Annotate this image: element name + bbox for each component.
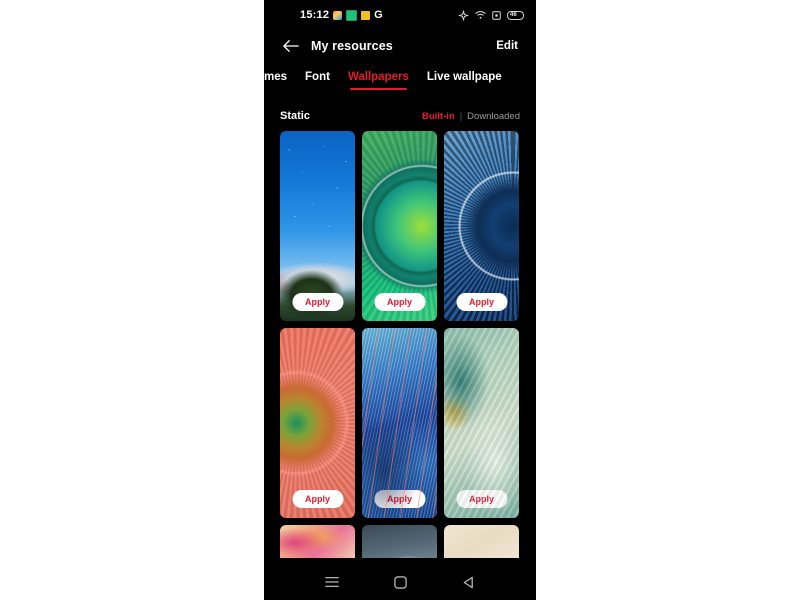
system-navigation-bar <box>264 564 536 600</box>
wifi-icon <box>475 11 486 19</box>
back-triangle-icon[interactable] <box>457 571 479 593</box>
tab-wallpapers[interactable]: Wallpapers <box>348 71 409 90</box>
battery-level: 46 <box>510 11 517 18</box>
wallpaper-thumb[interactable] <box>280 525 355 569</box>
filter-group: Built-in | Downloaded <box>422 111 520 122</box>
wallpaper-thumb[interactable]: Apply <box>280 328 355 518</box>
location-icon <box>458 9 469 21</box>
sim-indicator-icon <box>492 10 501 20</box>
tab-themes[interactable]: mes <box>264 71 287 90</box>
page-root: 15:12 G 46 My resources Edit mes Font Wa… <box>0 0 800 600</box>
photos-app-icon <box>333 10 343 20</box>
phone-screen: 15:12 G 46 My resources Edit mes Font Wa… <box>264 0 536 600</box>
apply-button[interactable]: Apply <box>291 293 344 311</box>
status-bar: 15:12 G 46 <box>264 0 536 30</box>
battery-icon: 46 <box>507 10 524 20</box>
wallpaper-thumb[interactable]: Apply <box>362 131 437 321</box>
apply-button[interactable]: Apply <box>455 293 508 311</box>
apply-button[interactable]: Apply <box>455 490 508 508</box>
apply-button[interactable]: Apply <box>291 490 344 508</box>
wallpaper-grid: Apply Apply Apply Apply Apply Apply <box>280 131 536 569</box>
apply-button[interactable]: Apply <box>373 490 426 508</box>
wallpaper-thumb[interactable] <box>362 525 437 569</box>
status-bar-left: 15:12 G <box>300 9 383 21</box>
section-title-static: Static <box>280 110 310 122</box>
tab-bar[interactable]: mes Font Wallpapers Live wallpape <box>264 66 536 94</box>
wallpaper-thumb[interactable]: Apply <box>280 131 355 321</box>
filter-downloaded[interactable]: Downloaded <box>467 111 520 122</box>
back-arrow-icon[interactable] <box>282 37 300 55</box>
wallpaper-thumb[interactable]: Apply <box>362 328 437 518</box>
wallpaper-thumb[interactable]: Apply <box>444 328 519 518</box>
filter-separator: | <box>459 110 463 122</box>
google-app-icon: G <box>374 8 383 21</box>
wallpaper-thumb[interactable] <box>444 525 519 569</box>
status-bar-right: 46 <box>458 9 524 21</box>
page-title: My resources <box>311 39 393 53</box>
wallpaper-thumb[interactable]: Apply <box>444 131 519 321</box>
apply-button[interactable]: Apply <box>373 293 426 311</box>
status-time: 15:12 <box>300 9 330 21</box>
sheets-app-icon <box>346 9 358 21</box>
tab-font[interactable]: Font <box>305 71 330 90</box>
app-bar: My resources Edit <box>264 30 536 62</box>
filter-built-in[interactable]: Built-in <box>422 111 455 122</box>
edit-button[interactable]: Edit <box>496 40 518 52</box>
recents-menu-icon[interactable] <box>321 571 343 593</box>
home-square-icon[interactable] <box>389 571 411 593</box>
yellow-app-icon <box>361 10 371 20</box>
section-header: Static Built-in | Downloaded <box>264 106 536 126</box>
tab-live-wallpapers[interactable]: Live wallpape <box>427 71 502 90</box>
